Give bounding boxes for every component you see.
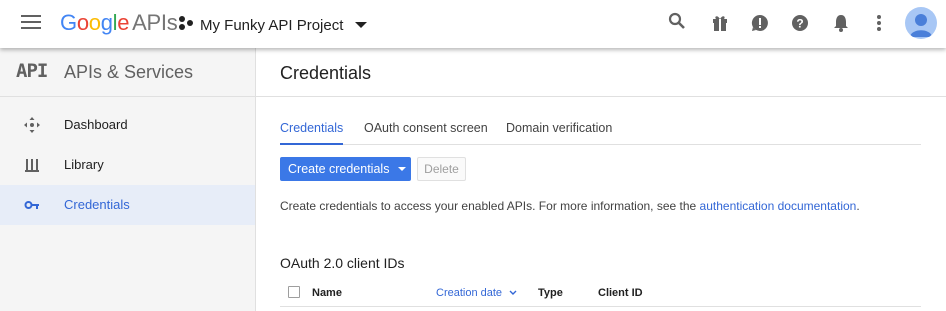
- sidebar-item-library[interactable]: Library: [0, 145, 255, 185]
- sidebar: API APIs & Services Dashboard Library Cr…: [0, 48, 256, 311]
- create-credentials-label: Create credentials: [288, 162, 390, 176]
- tab-domain-verification[interactable]: Domain verification: [506, 121, 612, 145]
- gift-icon[interactable]: [712, 14, 728, 40]
- column-header-name[interactable]: Name: [312, 287, 342, 299]
- sidebar-item-dashboard[interactable]: Dashboard: [0, 105, 255, 145]
- logo-apis-text: APIs: [132, 10, 178, 35]
- project-icon: [178, 15, 194, 36]
- sidebar-item-label: Dashboard: [64, 117, 128, 132]
- notifications-icon[interactable]: [833, 14, 849, 40]
- svg-text:?: ?: [796, 17, 803, 31]
- info-text: Create credentials to access your enable…: [280, 199, 860, 213]
- column-header-type[interactable]: Type: [538, 287, 563, 299]
- authentication-documentation-link[interactable]: authentication documentation: [700, 199, 857, 213]
- page-title: Credentials: [280, 63, 372, 83]
- library-icon: [24, 157, 40, 173]
- sidebar-item-label: Credentials: [64, 197, 130, 212]
- dashboard-icon: [24, 117, 40, 133]
- help-icon[interactable]: ?: [791, 14, 809, 40]
- project-name: My Funky API Project: [200, 16, 344, 34]
- table-header-row: Name Creation date Type Client ID: [280, 283, 921, 307]
- key-icon: [24, 197, 40, 213]
- main-content: Credentials Credentials OAuth consent sc…: [256, 48, 946, 311]
- menu-icon[interactable]: [21, 15, 41, 33]
- chevron-down-icon: [398, 167, 407, 171]
- sidebar-title: APIs & Services: [64, 62, 194, 82]
- delete-button[interactable]: Delete: [417, 157, 466, 181]
- alert-icon[interactable]: [751, 14, 769, 40]
- info-text-body: Create credentials to access your enable…: [280, 199, 700, 213]
- column-header-creation-date[interactable]: Creation date: [436, 287, 517, 299]
- create-credentials-button[interactable]: Create credentials: [280, 157, 411, 181]
- logo-google-text: Google: [60, 10, 130, 35]
- google-apis-logo[interactable]: Google APIs: [60, 10, 178, 36]
- chevron-down-icon: [355, 22, 368, 28]
- tab-oauth-consent-screen[interactable]: OAuth consent screen: [364, 121, 488, 145]
- page-title-bar: Credentials: [256, 48, 946, 97]
- tab-bar: Credentials OAuth consent screen Domain …: [280, 113, 921, 145]
- sidebar-header: API APIs & Services: [0, 48, 255, 97]
- account-avatar[interactable]: [905, 7, 937, 39]
- search-icon[interactable]: [667, 11, 687, 37]
- info-text-end: .: [856, 199, 860, 213]
- chevron-down-icon: [509, 287, 517, 299]
- tab-credentials[interactable]: Credentials: [280, 121, 344, 145]
- sidebar-item-credentials[interactable]: Credentials: [0, 185, 255, 225]
- column-header-creation-date-label: Creation date: [436, 287, 503, 299]
- project-selector[interactable]: My Funky API Project: [178, 13, 368, 37]
- api-badge: API: [16, 60, 48, 82]
- top-app-bar: Google APIs My Funky API Project ?: [0, 0, 946, 48]
- column-header-client-id[interactable]: Client ID: [598, 287, 643, 299]
- sidebar-item-label: Library: [64, 157, 104, 172]
- section-title: OAuth 2.0 client IDs: [280, 255, 405, 271]
- select-all-checkbox[interactable]: [288, 286, 300, 298]
- more-vert-icon[interactable]: [876, 14, 882, 40]
